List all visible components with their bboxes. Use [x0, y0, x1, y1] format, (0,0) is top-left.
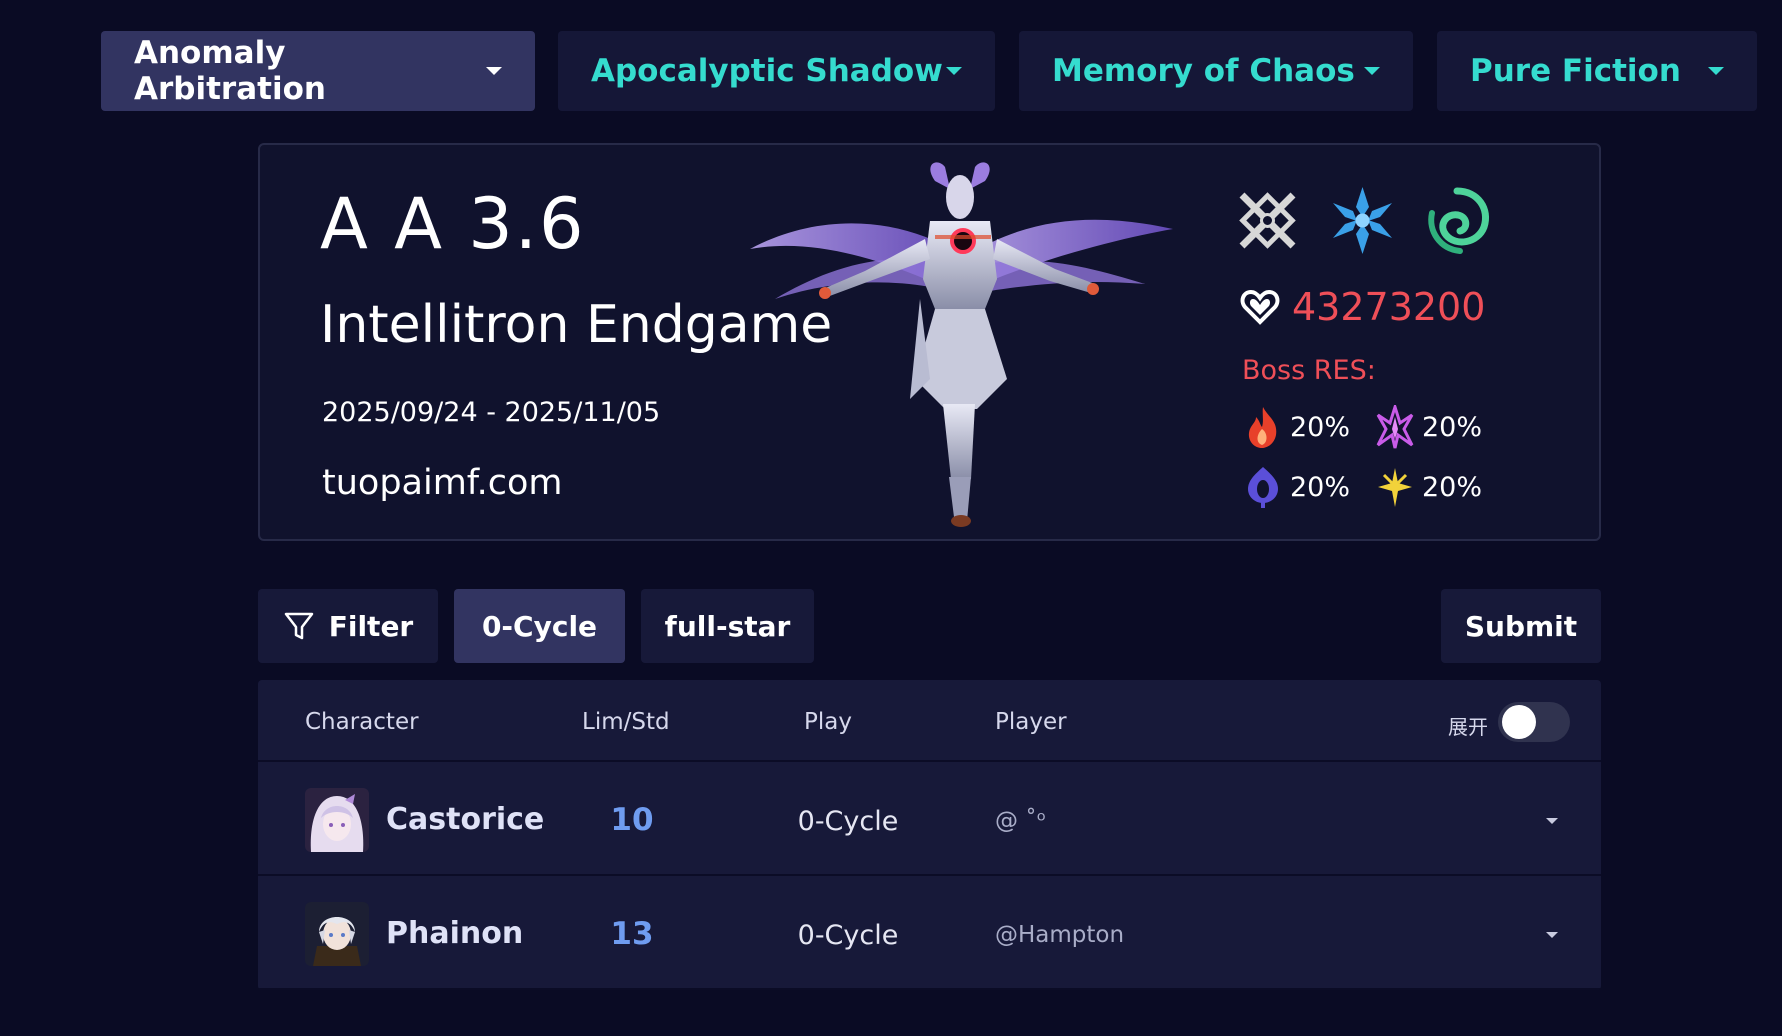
- full-star-filter-chip[interactable]: full-star: [641, 589, 814, 663]
- tab-apocalyptic-shadow[interactable]: Apocalyptic Shadow: [558, 31, 995, 111]
- boss-portrait: [750, 162, 1173, 527]
- lightning-icon: [1376, 405, 1414, 449]
- boss-hp: 43273200: [1240, 285, 1485, 329]
- res-lightning: 20%: [1376, 405, 1508, 449]
- fire-icon: [1248, 407, 1277, 448]
- play-value: 0-Cycle: [797, 920, 899, 951]
- stage-site: tuopaimf.com: [322, 463, 563, 503]
- phainon-avatar-icon: [305, 902, 369, 966]
- tab-label: Anomaly Arbitration: [134, 35, 326, 107]
- res-value: 20%: [1422, 471, 1483, 503]
- quantum-icon: [1248, 467, 1278, 508]
- filter-button[interactable]: Filter: [258, 589, 438, 663]
- castorice-avatar-icon: [305, 788, 369, 852]
- table-row[interactable]: Phainon 13 0-Cycle @Hampton: [258, 878, 1601, 990]
- tab-memory-of-chaos[interactable]: Memory of Chaos: [1019, 31, 1413, 111]
- filter-icon: [284, 612, 313, 640]
- chevron-down-icon: [946, 67, 962, 75]
- avatar-phainon: [305, 902, 369, 966]
- res-value: 20%: [1422, 411, 1483, 443]
- tab-pure-fiction[interactable]: Pure Fiction: [1437, 31, 1757, 111]
- stage-card: A A 3.6 Intellitron Endgame 2025/09/24 -…: [258, 143, 1601, 541]
- hp-value: 43273200: [1292, 285, 1486, 329]
- filter-label: Filter: [328, 609, 414, 643]
- clears-table: Character Lim/Std Play Player 展开 Castori…: [258, 680, 1601, 990]
- chip-label: 0-Cycle: [481, 609, 598, 643]
- expand-label: 展开: [1448, 715, 1488, 739]
- submit-label: Submit: [1464, 609, 1578, 643]
- table-header: Character Lim/Std Play Player 展开: [258, 680, 1601, 762]
- boss-res-label: Boss RES:: [1242, 355, 1376, 386]
- tab-anomaly-arbitration[interactable]: Anomaly Arbitration: [101, 31, 535, 111]
- physical-icon: [1239, 192, 1296, 249]
- table-row[interactable]: Castorice 10 0-Cycle @ ˚ᵒ: [258, 764, 1601, 876]
- submit-button[interactable]: Submit: [1441, 589, 1601, 663]
- header-player: Player: [995, 709, 1067, 735]
- header-character: Character: [305, 709, 419, 735]
- boss-res-grid: 20% 20% 20% 20%: [1244, 405, 1508, 509]
- heart-icon: [1240, 289, 1280, 325]
- res-imaginary: 20%: [1376, 465, 1508, 509]
- weakness-icons: [1230, 183, 1495, 258]
- chevron-down-icon: [1708, 67, 1724, 75]
- lim-std-value: 13: [610, 916, 654, 952]
- chevron-down-icon: [486, 67, 502, 75]
- res-quantum: 20%: [1244, 465, 1376, 509]
- res-fire: 20%: [1244, 405, 1376, 449]
- chip-label: full-star: [664, 609, 791, 643]
- character-name: Castorice: [386, 802, 545, 837]
- ice-icon: [1333, 187, 1392, 254]
- header-play: Play: [804, 709, 852, 735]
- toggle-knob: [1502, 705, 1536, 739]
- lim-std-value: 10: [610, 802, 654, 838]
- tab-label: Memory of Chaos: [1052, 53, 1355, 89]
- res-value: 20%: [1290, 471, 1351, 503]
- expand-toggle[interactable]: [1498, 702, 1570, 742]
- res-value: 20%: [1290, 411, 1351, 443]
- player-handle[interactable]: @Hampton: [995, 922, 1124, 948]
- chevron-down-icon: [1364, 67, 1380, 75]
- header-lim-std: Lim/Std: [582, 709, 670, 735]
- imaginary-icon: [1378, 468, 1412, 507]
- zero-cycle-filter-chip[interactable]: 0-Cycle: [454, 589, 625, 663]
- tab-label: Pure Fiction: [1470, 53, 1681, 89]
- play-value: 0-Cycle: [797, 806, 899, 837]
- stage-dates: 2025/09/24 - 2025/11/05: [322, 397, 661, 428]
- player-handle[interactable]: @ ˚ᵒ: [995, 808, 1046, 834]
- wind-icon: [1428, 187, 1489, 254]
- chevron-down-icon[interactable]: [1546, 932, 1558, 938]
- tab-label: Apocalyptic Shadow: [591, 53, 943, 89]
- stage-code: A A 3.6: [320, 183, 586, 265]
- character-name: Phainon: [386, 916, 524, 951]
- avatar-castorice: [305, 788, 369, 852]
- chevron-down-icon[interactable]: [1546, 818, 1558, 824]
